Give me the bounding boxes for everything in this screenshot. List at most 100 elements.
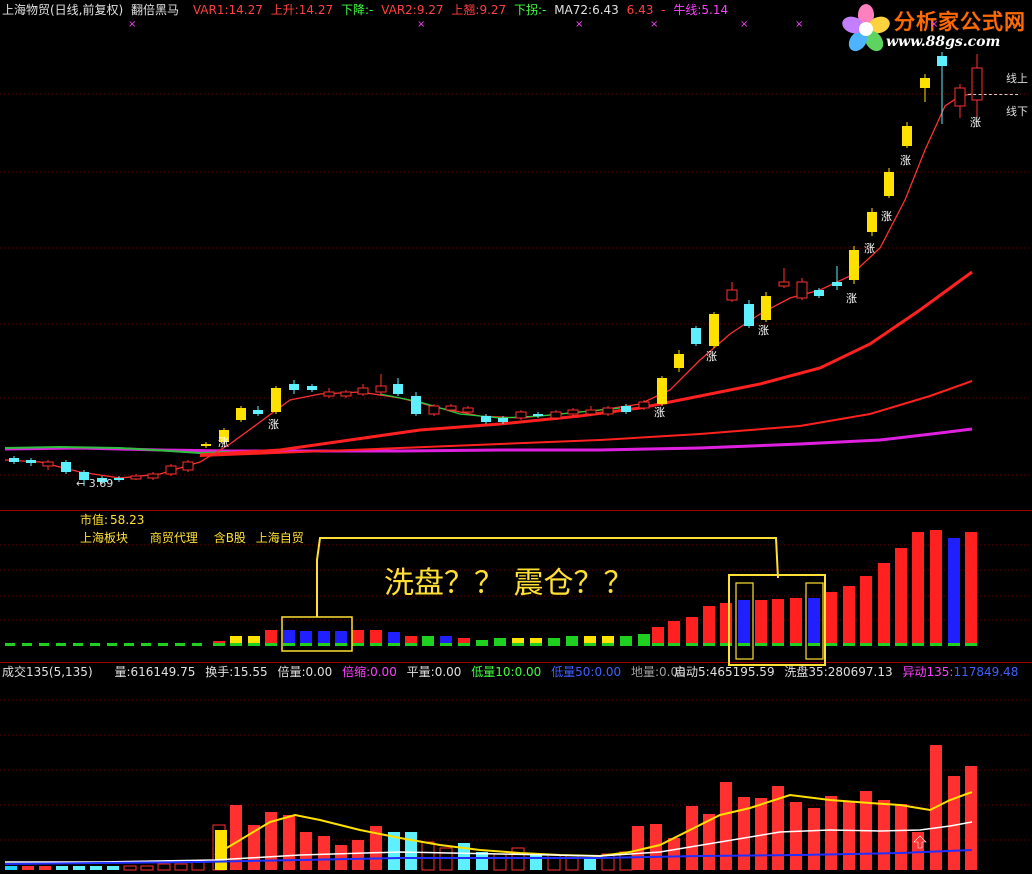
volume-bar[interactable] xyxy=(140,865,154,871)
mid-bar[interactable] xyxy=(5,643,15,646)
candle-body[interactable] xyxy=(340,391,352,397)
mid-bar[interactable] xyxy=(107,643,117,646)
candle-body[interactable] xyxy=(515,411,527,419)
candle-body[interactable] xyxy=(236,408,246,420)
candle-body[interactable] xyxy=(271,388,281,412)
volume-bar[interactable] xyxy=(584,858,596,870)
mid-bar[interactable] xyxy=(335,631,347,645)
mid-bar[interactable] xyxy=(300,631,312,645)
volume-bar[interactable] xyxy=(825,796,837,870)
candlesticks[interactable] xyxy=(9,52,983,486)
candle-body[interactable] xyxy=(393,384,403,394)
candle-body[interactable] xyxy=(832,282,842,286)
mid-bar[interactable] xyxy=(668,621,680,645)
candle-body[interactable] xyxy=(585,409,597,415)
candle-body[interactable] xyxy=(657,378,667,404)
candle-body[interactable] xyxy=(357,387,369,395)
mid-bar[interactable] xyxy=(790,598,802,645)
volume-bar[interactable] xyxy=(720,782,732,870)
volume-bar[interactable] xyxy=(39,866,51,870)
mid-bar[interactable] xyxy=(141,643,151,646)
candle-body[interactable] xyxy=(954,87,966,107)
volume-bar[interactable] xyxy=(843,802,855,870)
volume-bar[interactable] xyxy=(405,832,417,870)
volume-bar[interactable] xyxy=(335,845,347,870)
mid-bar[interactable] xyxy=(825,592,837,645)
mid-bar[interactable] xyxy=(22,643,32,646)
volume-bar[interactable] xyxy=(90,866,102,870)
mid-bar[interactable] xyxy=(352,630,364,645)
candle-body[interactable] xyxy=(130,475,142,480)
mid-bar[interactable] xyxy=(860,576,872,645)
mid-bar[interactable] xyxy=(843,586,855,645)
candle-body[interactable] xyxy=(849,250,859,280)
volume-bar[interactable] xyxy=(439,847,453,871)
volume-title[interactable]: 成交135(5,135) xyxy=(2,665,93,679)
volume-bar[interactable] xyxy=(808,808,820,870)
candle-body[interactable] xyxy=(674,354,684,368)
mid-bar[interactable] xyxy=(73,643,83,646)
candle-body[interactable] xyxy=(744,304,754,326)
volume-bar[interactable] xyxy=(493,853,507,871)
mid-bar[interactable] xyxy=(192,643,202,646)
candle-body[interactable] xyxy=(147,473,159,479)
candle-body[interactable] xyxy=(165,465,177,475)
mid-bar[interactable] xyxy=(686,617,698,645)
volume-bar[interactable] xyxy=(352,840,364,870)
volume-bar[interactable] xyxy=(174,863,188,871)
mid-bar[interactable] xyxy=(265,630,277,645)
candle-body[interactable] xyxy=(411,396,421,414)
volume-bar[interactable] xyxy=(878,800,890,870)
candle-body[interactable] xyxy=(445,405,457,411)
candle-body[interactable] xyxy=(778,281,790,287)
candle-body[interactable] xyxy=(971,67,983,101)
candle-body[interactable] xyxy=(621,406,631,412)
candle-body[interactable] xyxy=(920,78,930,88)
mid-bar[interactable] xyxy=(703,606,715,645)
mid-bar[interactable] xyxy=(370,630,382,645)
mid-bar[interactable] xyxy=(283,630,295,645)
tag-2[interactable]: 含B股 xyxy=(214,531,246,545)
volume-bar[interactable] xyxy=(73,866,85,870)
volume-bar[interactable] xyxy=(895,804,907,870)
candle-body[interactable] xyxy=(567,409,579,415)
volume-bar[interactable] xyxy=(157,863,171,871)
volume-bar[interactable] xyxy=(283,815,295,870)
volume-bar[interactable] xyxy=(476,852,488,870)
tag-3[interactable]: 上海自贸 xyxy=(256,531,304,545)
mid-bar[interactable] xyxy=(808,598,820,645)
volume-bar[interactable] xyxy=(790,802,802,870)
mid-bar[interactable] xyxy=(772,599,784,645)
mid-bar[interactable] xyxy=(175,643,185,646)
candle-body[interactable] xyxy=(307,386,317,390)
volume-bar[interactable] xyxy=(22,866,34,870)
candle-body[interactable] xyxy=(42,461,54,467)
candle-body[interactable] xyxy=(9,458,19,462)
candle-body[interactable] xyxy=(902,126,912,146)
candle-body[interactable] xyxy=(709,314,719,346)
mid-bar[interactable] xyxy=(930,530,942,645)
candle-body[interactable] xyxy=(867,212,877,232)
mid-bar[interactable] xyxy=(720,603,732,645)
mid-bar[interactable] xyxy=(755,600,767,645)
volume-bar[interactable] xyxy=(632,826,644,870)
mid-bar[interactable] xyxy=(56,643,66,646)
volume-bar[interactable] xyxy=(123,865,137,871)
tag-0[interactable]: 上海板块 xyxy=(80,531,128,545)
mid-bar[interactable] xyxy=(124,643,134,646)
candle-body[interactable] xyxy=(289,384,299,390)
candle-body[interactable] xyxy=(481,416,491,422)
candle-body[interactable] xyxy=(61,462,71,472)
mid-bar[interactable] xyxy=(90,643,100,646)
mid-bar[interactable] xyxy=(948,538,960,645)
candle-body[interactable] xyxy=(201,444,211,446)
candle-body[interactable] xyxy=(375,385,387,393)
candle-body[interactable] xyxy=(533,414,543,416)
mid-bar[interactable] xyxy=(318,631,330,645)
volume-bar[interactable] xyxy=(5,866,17,870)
candle-body[interactable] xyxy=(796,281,808,299)
chart-canvas[interactable]: × × × × × × × xyxy=(0,0,1032,874)
candle-body[interactable] xyxy=(114,478,124,480)
candle-body[interactable] xyxy=(26,460,36,463)
mid-bar[interactable] xyxy=(895,548,907,645)
